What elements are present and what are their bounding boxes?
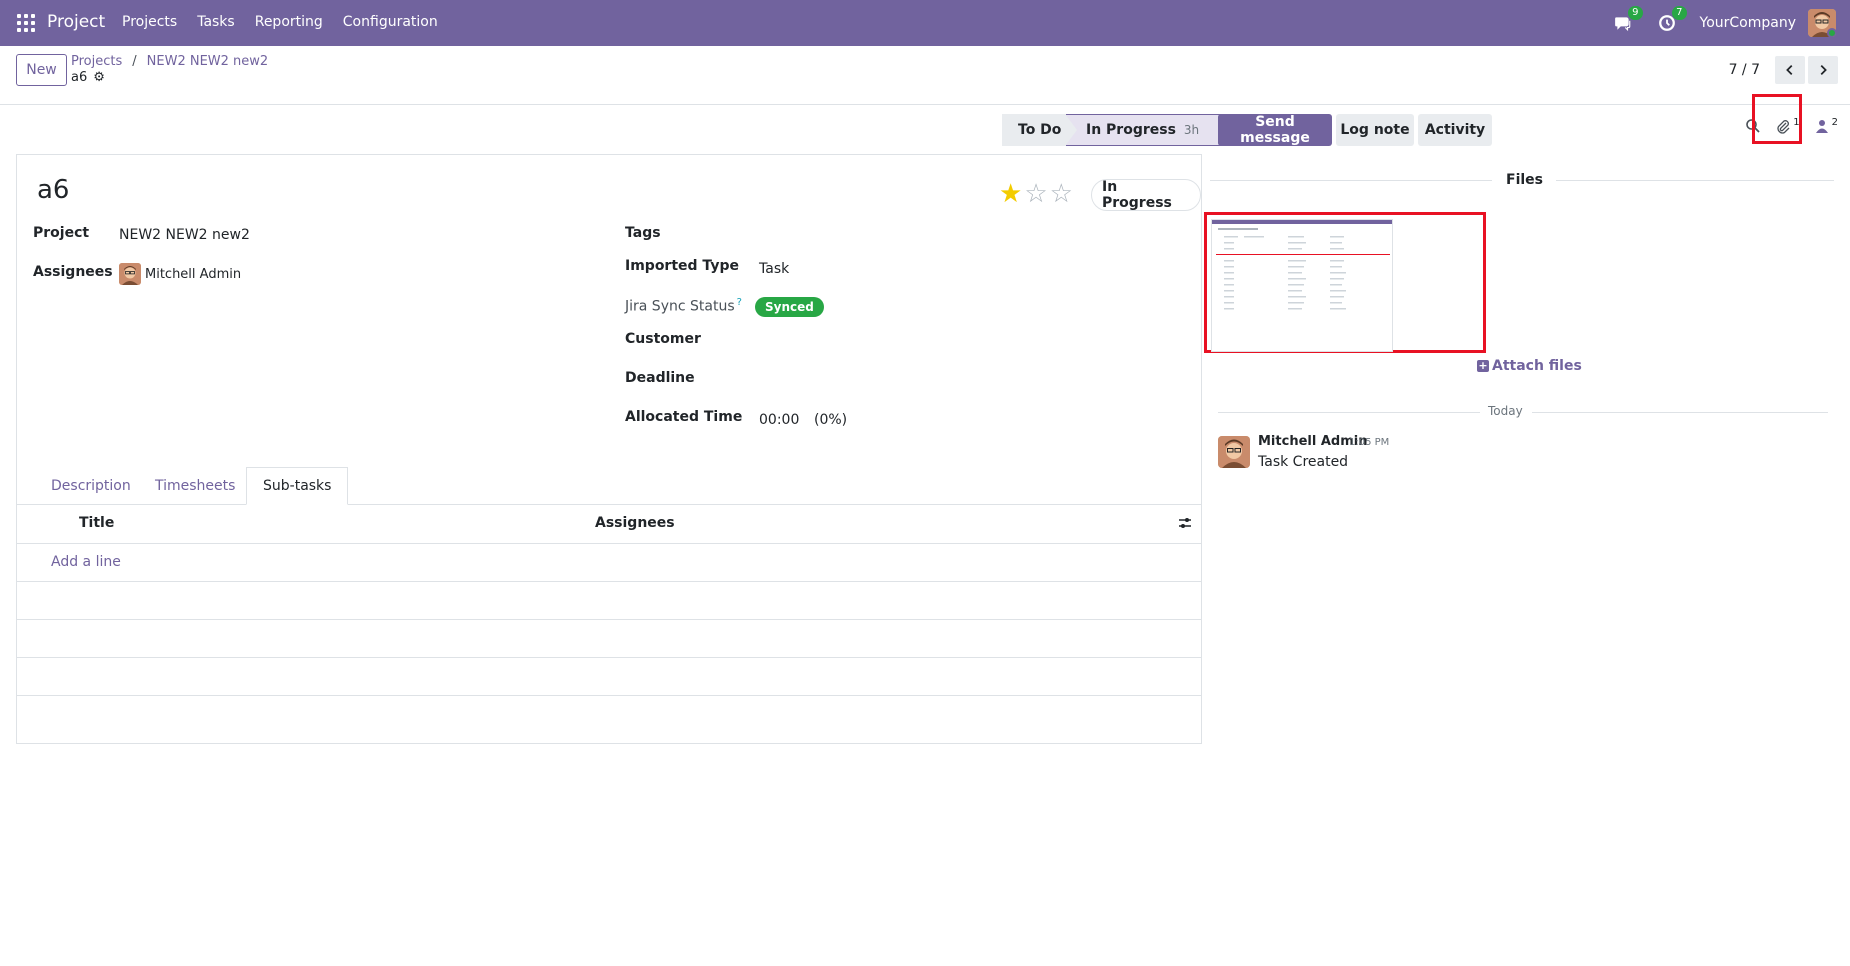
gear-icon[interactable]: ⚙	[93, 70, 105, 85]
attach-files-button[interactable]: + Attach files	[1477, 358, 1582, 374]
project-label: Project	[33, 225, 90, 241]
stage-arrow	[1065, 114, 1077, 146]
table-row	[17, 620, 1201, 658]
new-button[interactable]: New	[16, 54, 67, 86]
tab-timesheets[interactable]: Timesheets	[139, 467, 251, 505]
files-section-header: Files	[1210, 170, 1834, 190]
company-switcher[interactable]: YourCompany	[1700, 15, 1797, 31]
menu-tasks[interactable]: Tasks	[197, 14, 235, 30]
imported-type-field[interactable]: Task	[759, 261, 789, 277]
files-title: Files	[1506, 172, 1543, 188]
stage-todo-label: To Do	[1018, 122, 1062, 138]
chevron-left-icon	[1786, 65, 1793, 75]
app-menu-icon[interactable]	[17, 14, 35, 32]
column-title[interactable]: Title	[79, 515, 114, 531]
attachment-thumbnail[interactable]	[1211, 219, 1393, 352]
tab-sub-tasks[interactable]: Sub-tasks	[246, 467, 349, 505]
star-icon[interactable]: ☆	[1050, 181, 1073, 207]
follower-count: 2	[1831, 116, 1838, 128]
record-name: a6	[71, 70, 88, 85]
tab-description[interactable]: Description	[35, 467, 147, 505]
optional-columns-icon[interactable]	[1177, 515, 1193, 531]
task-title[interactable]: a6	[37, 175, 69, 205]
app-brand[interactable]: Project	[47, 12, 105, 32]
followers-button[interactable]: 2	[1814, 116, 1838, 134]
avatar	[119, 263, 141, 285]
main-menu: Projects Tasks Reporting Configuration	[122, 14, 458, 30]
date-separator: Today	[1218, 404, 1828, 420]
assignee-name: Mitchell Admin	[145, 266, 242, 282]
control-panel: New Projects / NEW2 NEW2 new2 a6 ⚙ 7 / 7	[0, 46, 1850, 105]
deadline-label: Deadline	[625, 370, 695, 386]
attachments-highlight-box	[1752, 94, 1802, 144]
online-status-icon	[1827, 28, 1836, 37]
jira-sync-status-badge: Synced	[755, 297, 824, 317]
breadcrumb: Projects / NEW2 NEW2 new2	[71, 54, 268, 69]
pager: 7 / 7	[1729, 56, 1838, 84]
tags-label: Tags	[625, 225, 661, 241]
activities-badge: 7	[1672, 6, 1687, 20]
allocated-time-label: Allocated Time	[625, 409, 743, 425]
menu-projects[interactable]: Projects	[122, 14, 177, 30]
activities-icon[interactable]: 7	[1656, 6, 1687, 34]
jira-sync-status-label: Jira Sync Status?	[625, 297, 742, 315]
activity-button[interactable]: Activity	[1418, 114, 1492, 146]
pager-value[interactable]: 7 / 7	[1729, 62, 1760, 78]
table-row	[17, 582, 1201, 620]
current-record: a6 ⚙	[71, 70, 105, 85]
user-avatar[interactable]	[1808, 9, 1836, 37]
star-icon[interactable]: ☆	[1024, 181, 1047, 207]
breadcrumb-project[interactable]: NEW2 NEW2 new2	[147, 54, 269, 69]
jira-sync-status-text: Jira Sync Status	[625, 298, 735, 315]
top-navbar: Project Projects Tasks Reporting Configu…	[0, 0, 1850, 46]
plus-square-icon: +	[1477, 359, 1489, 372]
messages-badge: 9	[1628, 6, 1643, 20]
form-sheet: a6 ★ ☆ ☆ In Progress Project NEW2 NEW2 n…	[16, 154, 1202, 744]
column-assignees[interactable]: Assignees	[595, 515, 675, 531]
stage-duration: 3h	[1183, 123, 1200, 137]
imported-type-label: Imported Type	[625, 258, 739, 274]
send-message-button[interactable]: Send message	[1218, 114, 1332, 146]
project-field[interactable]: NEW2 NEW2 new2	[119, 227, 250, 243]
table-row	[17, 658, 1201, 696]
breadcrumb-separator: /	[132, 54, 137, 69]
menu-configuration[interactable]: Configuration	[343, 14, 438, 30]
menu-reporting[interactable]: Reporting	[255, 14, 323, 30]
assignee-tag[interactable]: Mitchell Admin	[119, 263, 241, 285]
notebook-tabs: Description Timesheets Sub-tasks	[17, 467, 1201, 505]
add-line-link[interactable]: Add a line	[51, 554, 121, 570]
breadcrumb-projects[interactable]: Projects	[71, 54, 122, 69]
customer-label: Customer	[625, 331, 701, 347]
allocated-time-field[interactable]: 00:00	[759, 412, 799, 428]
stage-in-progress-label: In Progress	[1086, 122, 1176, 138]
pager-previous-button[interactable]	[1775, 56, 1805, 84]
attachment-highlight-box	[1204, 212, 1486, 353]
assignees-label: Assignees	[33, 264, 113, 280]
message-time: 1:05 PM	[1349, 437, 1390, 448]
star-icon[interactable]: ★	[999, 181, 1022, 207]
user-icon	[1815, 120, 1828, 133]
allocated-time-percent: (0%)	[814, 412, 848, 428]
messages-icon[interactable]: 9	[1612, 6, 1643, 34]
systray: 9 7 YourCompany	[1612, 6, 1836, 38]
help-tooltip-icon[interactable]: ?	[737, 297, 742, 308]
message-body: Task Created	[1258, 454, 1349, 470]
date-separator-label: Today	[1488, 404, 1523, 418]
pager-next-button[interactable]	[1808, 56, 1838, 84]
log-note-button[interactable]: Log note	[1336, 114, 1414, 146]
table-row: Add a line	[17, 544, 1201, 582]
attach-files-label: Attach files	[1492, 358, 1582, 374]
task-state-button[interactable]: In Progress	[1091, 179, 1201, 211]
chevron-right-icon	[1820, 65, 1827, 75]
subtasks-table-header: Title Assignees	[17, 505, 1201, 544]
priority-widget: ★ ☆ ☆	[999, 181, 1073, 207]
stage-todo[interactable]: To Do	[1002, 114, 1066, 146]
message-author-avatar[interactable]	[1218, 436, 1250, 468]
